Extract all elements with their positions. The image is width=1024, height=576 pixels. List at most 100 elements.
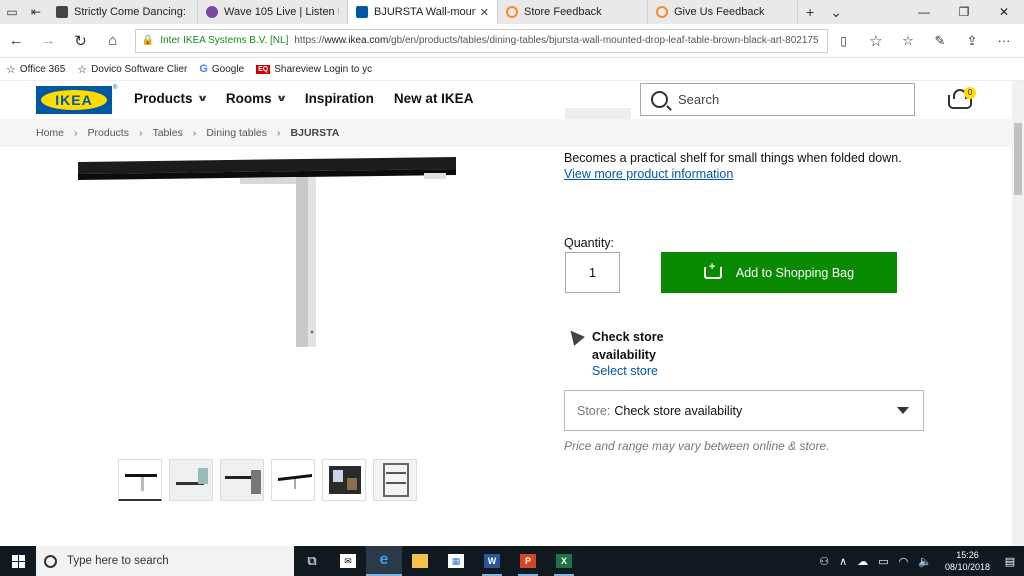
volume-icon[interactable]: 🔈	[918, 555, 932, 568]
taskbar-word[interactable]: W	[474, 546, 510, 576]
nav-label: New at IKEA	[393, 91, 474, 106]
view-more-info-link[interactable]: View more product information	[564, 167, 733, 181]
windows-logo-icon	[11, 554, 25, 568]
thumbnail[interactable]	[271, 459, 315, 501]
breadcrumb-products[interactable]: Products	[88, 127, 129, 139]
lock-icon: 🔒	[141, 35, 155, 46]
chevron-right-icon: ›	[192, 127, 197, 139]
add-to-bag-button[interactable]: Add to Shopping Bag	[661, 252, 897, 293]
tab-title: Strictly Come Dancing: Whc	[74, 6, 189, 18]
nav-new-at-ikea[interactable]: New at IKEA	[394, 91, 474, 106]
tab-strictly[interactable]: Strictly Come Dancing: Whc	[48, 0, 198, 24]
taskbar-edge[interactable]: e	[366, 546, 402, 576]
windows-taskbar: Type here to search ⧉ ✉ e ▦ W P X ⚇ ∧ ☁ …	[0, 546, 1024, 576]
thumbnail[interactable]	[373, 459, 417, 501]
forward-icon[interactable]: →	[32, 32, 64, 49]
favorite-star-icon[interactable]: ☆	[860, 32, 892, 50]
nav-label: Rooms	[225, 91, 272, 106]
breadcrumb-home[interactable]: Home	[36, 127, 64, 139]
onedrive-icon[interactable]: ☁	[857, 555, 868, 568]
shopping-bag-button[interactable]: 0	[948, 87, 976, 109]
tab-list-button[interactable]: ⌄	[822, 0, 850, 24]
show-hidden-icons-icon[interactable]: ∧	[839, 555, 847, 568]
battery-icon[interactable]: ▭	[878, 555, 888, 568]
taskbar-search-placeholder: Type here to search	[67, 555, 169, 567]
tab-preview-icon[interactable]: ▭	[0, 0, 24, 24]
favorite-office365[interactable]: ☆ Office 365	[6, 63, 65, 76]
clock-time: 15:26	[956, 550, 979, 560]
tab-wave105[interactable]: Wave 105 Live | Listen I	[198, 0, 348, 24]
product-image[interactable]	[58, 147, 478, 443]
more-icon[interactable]: ···	[988, 33, 1020, 49]
minimize-icon[interactable]: —	[904, 0, 944, 24]
taskbar-powerpoint[interactable]: P	[510, 546, 546, 576]
favorite-label: Dovico Software Clier	[91, 63, 188, 75]
nav-inspiration[interactable]: Inspiration	[305, 91, 374, 106]
web-note-icon[interactable]: ✎	[924, 33, 956, 49]
breadcrumb-dining-tables[interactable]: Dining tables	[206, 127, 267, 139]
quantity-input[interactable]: 1	[565, 252, 620, 293]
taskbar-excel[interactable]: X	[546, 546, 582, 576]
favorite-google[interactable]: G Google	[199, 63, 244, 75]
certificate-label: Inter IKEA Systems B.V. [NL]	[160, 35, 289, 46]
search-input[interactable]: Search	[640, 83, 915, 116]
nav-products[interactable]: Products ∨	[134, 91, 208, 106]
price-note: Price and range may vary between online …	[564, 439, 830, 453]
restore-icon[interactable]: ❐	[944, 0, 984, 24]
search-icon	[651, 91, 668, 108]
close-window-icon[interactable]: ✕	[984, 0, 1024, 24]
tab-title: BJURSTA Wall-mounted	[374, 6, 476, 18]
favorite-shareview[interactable]: EQ Shareview Login to yc	[256, 64, 372, 75]
tab-store-feedback[interactable]: Store Feedback	[498, 0, 648, 24]
thumbnail[interactable]	[220, 459, 264, 501]
home-icon[interactable]: ⌂	[97, 32, 129, 49]
folder-icon	[412, 554, 428, 568]
close-tab-icon[interactable]: ✕	[480, 6, 489, 19]
radio-icon	[206, 6, 218, 18]
store-select[interactable]: Store: Check store availability	[564, 390, 924, 431]
new-tab-button[interactable]: +	[798, 0, 822, 24]
page-scrollbar[interactable]	[1012, 81, 1024, 546]
tab-bjursta[interactable]: BJURSTA Wall-mounted ✕	[348, 0, 498, 24]
thumbnail[interactable]	[169, 459, 213, 501]
star-icon: ☆	[77, 63, 88, 76]
cortana-icon	[44, 554, 57, 568]
start-button[interactable]	[0, 546, 36, 576]
set-aside-tabs-icon[interactable]: ⇤	[24, 0, 48, 24]
reading-view-icon[interactable]: ▯	[828, 34, 860, 48]
wifi-icon[interactable]: ◠	[899, 555, 909, 568]
action-center-icon[interactable]: ▤	[1000, 555, 1020, 568]
excel-icon: X	[556, 554, 572, 568]
main-nav: Products ∨ Rooms ∨ Inspiration New at IK…	[134, 91, 493, 106]
taskbar-file-explorer[interactable]	[402, 546, 438, 576]
favorites-hub-icon[interactable]: ☆	[892, 33, 924, 49]
film-icon	[56, 6, 68, 18]
select-store-link[interactable]: Select store	[592, 364, 658, 378]
favorites-bar: ☆ Office 365 ☆ Dovico Software Clier G G…	[0, 58, 1024, 81]
ikea-logo[interactable]: IKEA	[36, 86, 112, 114]
people-icon[interactable]: ⚇	[819, 555, 829, 568]
feedback-icon	[656, 6, 668, 18]
url-field[interactable]: 🔒 Inter IKEA Systems B.V. [NL] https://w…	[134, 28, 828, 53]
back-icon[interactable]: ←	[0, 32, 32, 49]
url-prefix: https://	[294, 35, 325, 46]
scrollbar-thumb[interactable]	[1014, 123, 1022, 195]
thumbnail-list	[118, 459, 424, 501]
thumbnail[interactable]	[118, 459, 162, 501]
clock[interactable]: 15:26 08/10/2018	[945, 549, 990, 573]
thumbnail[interactable]	[322, 459, 366, 501]
feedback-icon	[506, 6, 518, 18]
task-view-button[interactable]: ⧉	[294, 546, 330, 576]
logo-text: IKEA	[41, 90, 107, 110]
favorite-label: Office 365	[19, 63, 66, 75]
nav-rooms[interactable]: Rooms ∨	[225, 91, 287, 106]
taskbar-store[interactable]: ▦	[438, 546, 474, 576]
favorite-dovico[interactable]: ☆ Dovico Software Clier	[77, 63, 187, 76]
taskbar-search[interactable]: Type here to search	[36, 546, 294, 576]
refresh-icon[interactable]: ↻	[64, 32, 96, 50]
eq-icon: EQ	[256, 64, 271, 74]
share-icon[interactable]: ⇪	[956, 33, 988, 49]
tab-give-feedback[interactable]: Give Us Feedback	[648, 0, 798, 24]
taskbar-mail[interactable]: ✉	[330, 546, 366, 576]
breadcrumb-tables[interactable]: Tables	[152, 127, 182, 139]
